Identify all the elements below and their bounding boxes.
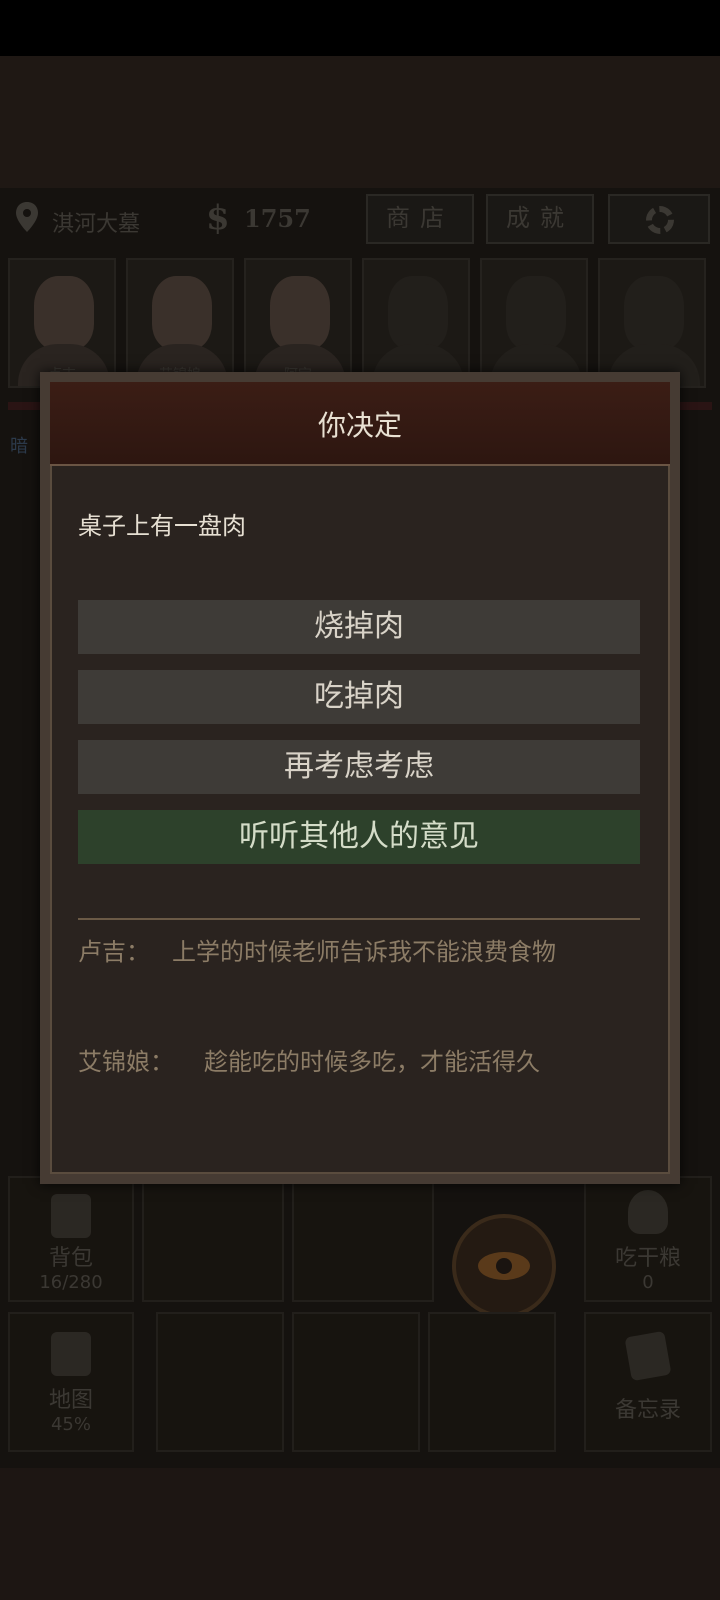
choice-reconsider-button[interactable]: 再考虑考虑: [78, 740, 640, 794]
backpack-button[interactable]: 背包 16/280: [8, 1176, 134, 1302]
map-label: 地图: [48, 1388, 93, 1413]
party-portraits: 卢吉 艾锦娘 阿宝: [8, 258, 712, 390]
memo-icon: [624, 1330, 672, 1382]
portrait-1[interactable]: 卢吉: [8, 258, 116, 388]
eye-pupil: [496, 1258, 512, 1274]
portrait-2[interactable]: 艾锦娘: [126, 258, 234, 388]
divider: [78, 918, 640, 920]
top-bar: 淇河大墓 $ 1757 商店 成就: [0, 188, 720, 250]
location-name: 淇河大墓: [52, 212, 141, 237]
portrait-empty-slot[interactable]: [598, 258, 706, 388]
shop-button[interactable]: 商店: [366, 194, 474, 244]
portrait-empty-slot[interactable]: [480, 258, 588, 388]
choice-eat-meat-button[interactable]: 吃掉肉: [78, 670, 640, 724]
rations-bag-icon: [628, 1190, 668, 1234]
eye-button[interactable]: [452, 1214, 556, 1318]
settings-button[interactable]: [608, 194, 710, 244]
money-amount: 1757: [244, 204, 311, 233]
footer-band: [0, 1468, 720, 1600]
comment-speaker: 艾锦娘：: [78, 1048, 174, 1076]
companion-comment: 卢吉： 上学的时候老师告诉我不能浪费食物: [78, 928, 640, 1028]
dialog-title-bar: 你决定: [50, 382, 670, 466]
avatar: [152, 276, 212, 350]
map-percent: 45%: [50, 1414, 91, 1435]
header-band: [0, 56, 720, 188]
choice-ask-others-button[interactable]: 听听其他人的意见: [78, 810, 640, 864]
achievements-button[interactable]: 成就: [486, 194, 594, 244]
location-pin-icon: [16, 202, 38, 232]
decision-dialog: 你决定 桌子上有一盘肉 烧掉肉 吃掉肉 再考虑考虑 听听其他人的意见 卢吉： 上…: [40, 372, 680, 1184]
grid-cell[interactable]: [142, 1176, 284, 1302]
grid-cell[interactable]: [156, 1312, 284, 1452]
silhouette-icon: [388, 276, 448, 350]
grid-cell[interactable]: [292, 1312, 420, 1452]
status-bar: [0, 0, 720, 56]
eat-rations-button[interactable]: 吃干粮 0: [584, 1176, 712, 1302]
silhouette-icon: [506, 276, 566, 350]
avatar: [34, 276, 94, 350]
backpack-icon: [51, 1194, 91, 1238]
companion-comment: 艾锦娘： 趁能吃的时候多吃，才能活得久: [78, 1038, 640, 1138]
silhouette-icon: [624, 276, 684, 350]
memo-button[interactable]: 备忘录: [584, 1312, 712, 1452]
gear-icon: [646, 206, 674, 234]
comment-speaker: 卢吉：: [78, 938, 150, 966]
eat-rations-count: 0: [642, 1272, 654, 1293]
status-tag: 暗: [10, 436, 28, 457]
avatar: [270, 276, 330, 350]
dialog-question: 桌子上有一盘肉: [78, 512, 246, 540]
grid-cell[interactable]: [292, 1176, 434, 1302]
comment-text: 趁能吃的时候多吃，才能活得久: [204, 1048, 540, 1076]
money-icon: $: [206, 198, 230, 238]
grid-cell[interactable]: [428, 1312, 556, 1452]
backpack-count: 16/280: [39, 1272, 103, 1293]
choice-burn-meat-button[interactable]: 烧掉肉: [78, 600, 640, 654]
backpack-label: 背包: [48, 1246, 93, 1271]
memo-label: 备忘录: [614, 1398, 681, 1423]
eat-rations-label: 吃干粮: [614, 1246, 681, 1271]
portrait-empty-slot[interactable]: [362, 258, 470, 388]
comment-text: 上学的时候老师告诉我不能浪费食物: [172, 938, 556, 966]
portrait-3[interactable]: 阿宝: [244, 258, 352, 388]
map-icon: [51, 1332, 91, 1376]
dialog-title: 你决定: [317, 409, 402, 442]
map-button[interactable]: 地图 45%: [8, 1312, 134, 1452]
